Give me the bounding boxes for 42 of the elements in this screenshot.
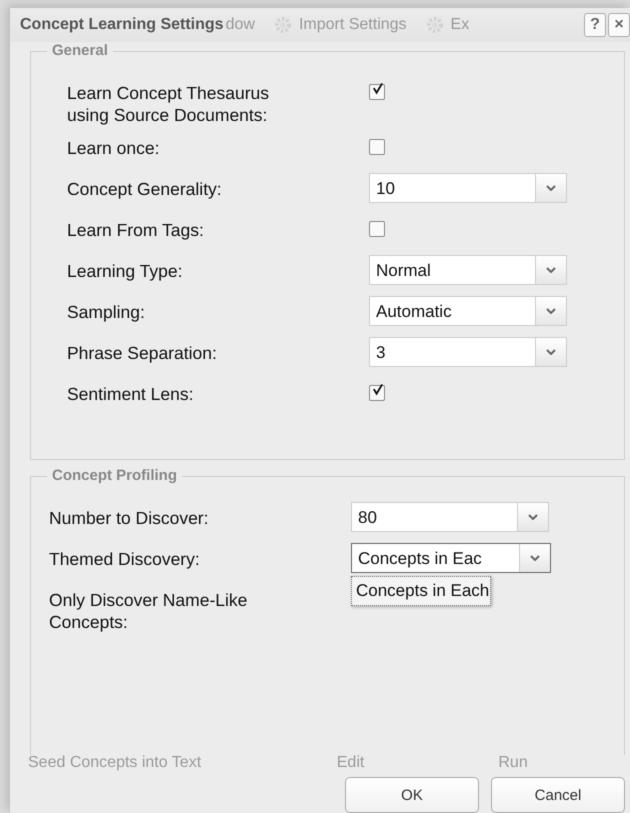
field-label: Concept Generality: bbox=[67, 178, 223, 200]
field-label: Learn Concept Thesaurus using Source Documents: bbox=[67, 82, 270, 126]
group-title: Concept Profiling bbox=[47, 466, 182, 484]
checkbox[interactable] bbox=[369, 84, 385, 100]
field-label: Learn once: bbox=[67, 136, 160, 159]
field-label: Phrase Separation: bbox=[67, 342, 218, 364]
chevron-down-icon bbox=[530, 554, 540, 561]
toolbar-label: Import Settings bbox=[298, 16, 407, 34]
chevron-down-icon bbox=[546, 184, 556, 191]
field-label: Number to Discover: bbox=[49, 506, 210, 529]
chevron-down-icon bbox=[546, 348, 556, 355]
field-label: Learn From Tags: bbox=[67, 218, 205, 241]
gear-icon bbox=[424, 14, 445, 35]
dropdown-option[interactable]: Concepts in Each bbox=[352, 576, 490, 605]
dropdown[interactable]: 10 bbox=[369, 172, 567, 203]
field-label: Sentiment Lens: bbox=[67, 382, 194, 405]
chevron-down-icon bbox=[546, 308, 556, 314]
close-button[interactable]: × bbox=[608, 12, 630, 37]
chevron-down-icon bbox=[528, 514, 538, 520]
checkbox[interactable] bbox=[369, 220, 385, 237]
help-button[interactable]: ? bbox=[584, 12, 606, 37]
background-button-label: Edit bbox=[336, 755, 366, 771]
background-button-label: Run bbox=[497, 755, 529, 771]
field-label: Learning Type: bbox=[67, 260, 184, 282]
toolbar-label: dow bbox=[226, 16, 255, 34]
dropdown[interactable]: Concepts in Eac bbox=[351, 542, 551, 573]
field-label: Themed Discovery: bbox=[49, 548, 201, 570]
gear-icon bbox=[272, 14, 293, 35]
dropdown[interactable]: 3 bbox=[369, 336, 567, 367]
dialog-button[interactable]: OK bbox=[345, 777, 479, 813]
dropdown[interactable]: Automatic bbox=[369, 296, 567, 326]
dialog-button[interactable]: Cancel bbox=[491, 777, 625, 813]
background-caption: Seed Concepts into Text bbox=[28, 755, 202, 771]
field-label: Sampling: bbox=[67, 300, 146, 323]
toolbar-label: Ex bbox=[450, 16, 470, 34]
checkbox[interactable] bbox=[369, 138, 385, 155]
field-label: Only Discover Name-Like Concepts: bbox=[49, 588, 248, 633]
dropdown[interactable]: Normal bbox=[369, 254, 567, 285]
dropdown[interactable]: 80 bbox=[351, 502, 549, 532]
chevron-down-icon bbox=[546, 266, 556, 273]
window-title: Concept Learning Settings bbox=[20, 16, 224, 34]
checkbox[interactable] bbox=[369, 384, 385, 401]
